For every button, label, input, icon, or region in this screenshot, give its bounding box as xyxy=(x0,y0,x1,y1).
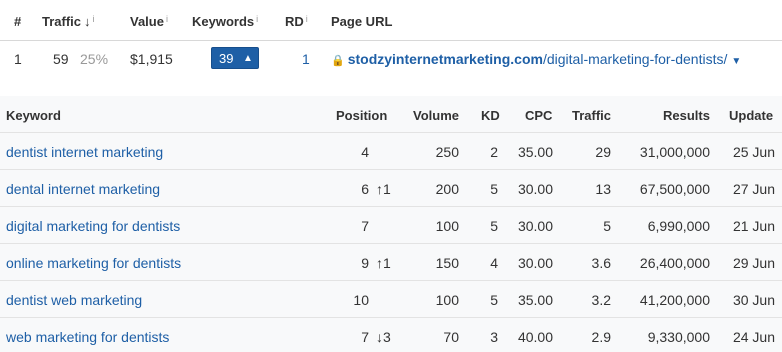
update-value: 21 Jun xyxy=(732,218,775,234)
keyword-link[interactable]: dentist web marketing xyxy=(6,292,142,308)
position-value: 6 xyxy=(361,181,369,197)
col-volume[interactable]: Volume xyxy=(413,108,459,123)
volume-value: 100 xyxy=(435,292,459,308)
keyword-link[interactable]: online marketing for dentists xyxy=(6,255,181,271)
keyword-row: digital marketing for dentists 7 100 5 3… xyxy=(0,207,782,244)
results-value: 26,400,000 xyxy=(639,255,710,271)
volume-value: 150 xyxy=(435,255,459,271)
cpc-value: 35.00 xyxy=(517,144,553,160)
volume-value: 250 xyxy=(435,144,459,160)
site-explorer-panel: # Traffic ↓ i Value i Keywords i RD i Page UR… xyxy=(0,0,782,352)
cpc-value: 30.00 xyxy=(517,218,553,234)
row-num: 1 xyxy=(14,51,22,67)
header-value[interactable]: Value i xyxy=(130,14,168,29)
update-value: 30 Jun xyxy=(732,292,775,308)
header-traffic-label: Traffic xyxy=(42,14,82,29)
lock-icon: 🔒 xyxy=(331,55,345,67)
header-num: # xyxy=(14,14,22,29)
dropdown-caret-icon[interactable]: ▼ xyxy=(731,56,741,67)
header-value-label: Value xyxy=(130,14,164,29)
col-update[interactable]: Update xyxy=(729,108,773,123)
header-rd-label: RD xyxy=(285,14,304,29)
position-value: 7 xyxy=(361,329,369,345)
page-url-link[interactable]: 🔒 stodzyinternetmarketing.com/digital-mar… xyxy=(331,51,741,67)
keywords-table-header: Keyword Position Volume KD CPC Traffic R… xyxy=(0,96,782,133)
keyword-row: dentist internet marketing 4 250 2 35.00… xyxy=(0,133,782,170)
volume-value: 100 xyxy=(435,218,459,234)
kd-value: 5 xyxy=(490,218,498,234)
update-value: 25 Jun xyxy=(732,144,775,160)
sort-desc-icon: ↓ xyxy=(84,14,91,29)
position-value: 4 xyxy=(361,144,369,160)
keywords-count: 39 xyxy=(219,51,234,66)
position-value: 10 xyxy=(353,292,369,308)
keyword-row: web marketing for dentists 7 ↓3 70 3 40.… xyxy=(0,318,782,352)
traffic-value: 3.6 xyxy=(591,255,611,271)
results-value: 67,500,000 xyxy=(639,181,710,197)
position-value: 9 xyxy=(361,255,369,271)
row-traffic-share: 25% xyxy=(80,51,109,67)
traffic-value: 29 xyxy=(595,144,611,160)
header-keywords[interactable]: Keywords i xyxy=(192,14,258,29)
results-value: 9,330,000 xyxy=(647,329,710,345)
position-value: 7 xyxy=(361,218,369,234)
caret-up-icon: ▲ xyxy=(243,53,253,64)
kd-value: 5 xyxy=(490,181,498,197)
col-position[interactable]: Position xyxy=(336,108,387,123)
keyword-row: online marketing for dentists 9 ↑1 150 4… xyxy=(0,244,782,281)
position-down-indicator: ↓3 xyxy=(376,329,391,345)
keyword-link[interactable]: dentist internet marketing xyxy=(6,144,163,160)
results-value: 41,200,000 xyxy=(639,292,710,308)
col-cpc[interactable]: CPC xyxy=(525,108,552,123)
position-up-indicator: ↑1 xyxy=(376,181,391,197)
update-value: 29 Jun xyxy=(732,255,775,271)
volume-value: 200 xyxy=(435,181,459,197)
keyword-link[interactable]: dental internet marketing xyxy=(6,181,160,197)
update-value: 27 Jun xyxy=(732,181,775,197)
col-kd[interactable]: KD xyxy=(481,108,500,123)
position-up-indicator: ↑1 xyxy=(376,255,391,271)
col-keyword[interactable]: Keyword xyxy=(6,108,61,123)
traffic-value: 13 xyxy=(595,181,611,197)
traffic-value: 2.9 xyxy=(591,329,611,345)
info-icon: i xyxy=(256,14,259,24)
kd-value: 4 xyxy=(490,255,498,271)
col-traffic[interactable]: Traffic xyxy=(572,108,611,123)
keyword-link[interactable]: web marketing for dentists xyxy=(6,329,169,345)
kd-value: 5 xyxy=(490,292,498,308)
keywords-table: Keyword Position Volume KD CPC Traffic R… xyxy=(0,96,782,352)
traffic-value: 5 xyxy=(603,218,611,234)
results-value: 6,990,000 xyxy=(647,218,710,234)
header-rd[interactable]: RD i xyxy=(285,14,308,29)
row-traffic: 59 xyxy=(53,51,69,67)
header-page-url: Page URL xyxy=(331,14,393,29)
row-value: $1,915 xyxy=(130,51,173,67)
url-domain: stodzyinternetmarketing.com xyxy=(347,51,543,67)
traffic-value: 3.2 xyxy=(591,292,611,308)
header-keywords-label: Keywords xyxy=(192,14,255,29)
results-value: 31,000,000 xyxy=(639,144,710,160)
keyword-row: dentist web marketing 10 100 5 35.00 3.2… xyxy=(0,281,782,318)
info-icon: i xyxy=(92,14,95,24)
cpc-value: 35.00 xyxy=(517,292,553,308)
kd-value: 3 xyxy=(490,329,498,345)
header-traffic[interactable]: Traffic ↓ i xyxy=(42,14,95,29)
keyword-link[interactable]: digital marketing for dentists xyxy=(6,218,180,234)
update-value: 24 Jun xyxy=(732,329,775,345)
cpc-value: 30.00 xyxy=(517,181,553,197)
info-icon: i xyxy=(165,14,168,24)
kd-value: 2 xyxy=(490,144,498,160)
keywords-toggle-button[interactable]: 39 ▲ xyxy=(211,47,259,69)
keyword-row: dental internet marketing 6 ↑1 200 5 30.… xyxy=(0,170,782,207)
cpc-value: 40.00 xyxy=(517,329,553,345)
row-rd-link[interactable]: 1 xyxy=(302,51,310,67)
cpc-value: 30.00 xyxy=(517,255,553,271)
volume-value: 70 xyxy=(443,329,459,345)
col-results[interactable]: Results xyxy=(663,108,710,123)
info-icon: i xyxy=(305,14,308,24)
pages-table-header: # Traffic ↓ i Value i Keywords i RD i Page UR… xyxy=(0,0,782,41)
url-path: /digital-marketing-for-dentists/ xyxy=(542,51,728,67)
